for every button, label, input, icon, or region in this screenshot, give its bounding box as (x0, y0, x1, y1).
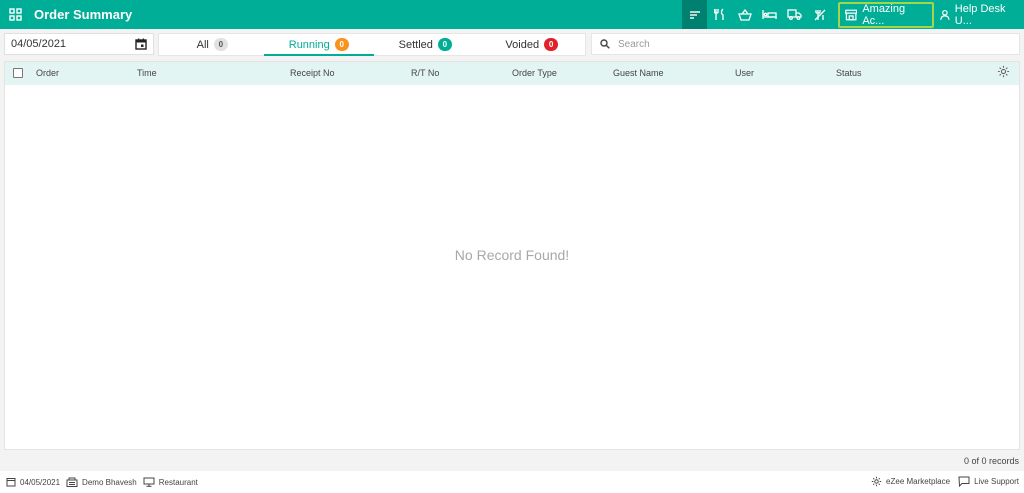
search-input[interactable] (618, 38, 998, 50)
count-badge: 0 (544, 38, 559, 51)
monitor-icon (143, 477, 155, 487)
footer-outlet-label: Restaurant (158, 477, 198, 487)
outlet-selector-button[interactable]: Amazing Ac... (838, 1, 934, 28)
chat-icon[interactable] (958, 476, 970, 487)
calendar-icon (6, 478, 16, 487)
footer-date: 04/05/2021 (6, 477, 60, 487)
count-badge: 0 (334, 38, 349, 51)
column-header-user[interactable]: User (735, 68, 754, 78)
calendar-icon[interactable] (135, 38, 147, 50)
bed-icon[interactable] (757, 0, 782, 29)
tab-settled[interactable]: Settled 0 (372, 34, 479, 55)
column-header-order[interactable]: Order (36, 68, 59, 78)
orders-table: Order Time Receipt No R/T No Order Type … (4, 61, 1020, 450)
footer-outlet: Restaurant (143, 477, 198, 487)
outlet-label: Amazing Ac... (862, 2, 906, 27)
gear-icon[interactable] (871, 476, 882, 487)
basket-icon[interactable] (732, 0, 757, 29)
footer-property: Demo Bhavesh (66, 477, 137, 487)
column-header-order-type[interactable]: Order Type (512, 68, 557, 78)
column-header-time[interactable]: Time (137, 68, 157, 78)
select-all-checkbox[interactable] (13, 68, 23, 78)
tab-label: Settled (398, 38, 433, 51)
tab-voided[interactable]: Voided 0 (479, 34, 586, 55)
tab-label: Running (288, 38, 330, 51)
status-footer: 04/05/2021 Demo Bhavesh Restaurant eZee … (0, 471, 1024, 493)
marketplace-link[interactable]: eZee Marketplace (886, 477, 950, 486)
column-header-rt-no[interactable]: R/T No (411, 68, 439, 78)
user-menu-button[interactable]: Help Desk U... (940, 3, 1024, 27)
building-icon (66, 477, 78, 487)
column-header-guest-name[interactable]: Guest Name (613, 68, 664, 78)
date-value: 04/05/2021 (11, 38, 67, 50)
record-count: 0 of 0 records (963, 456, 1019, 466)
count-badge: 0 (213, 38, 228, 51)
delivery-truck-icon[interactable] (782, 0, 807, 29)
column-header-receipt-no[interactable]: Receipt No (290, 68, 335, 78)
status-tabs: All 0 Running 0 Settled 0 Voided 0 (158, 33, 586, 56)
page-title: Order Summary (34, 7, 133, 22)
sort-icon[interactable] (682, 0, 707, 29)
no-service-icon[interactable] (807, 0, 832, 29)
footer-date-label: 04/05/2021 (20, 477, 61, 487)
empty-state-message: No Record Found! (454, 247, 570, 263)
user-icon (940, 9, 950, 20)
tab-running[interactable]: Running 0 (263, 34, 374, 56)
date-picker[interactable]: 04/05/2021 (4, 33, 154, 55)
store-icon (845, 9, 858, 20)
count-badge: 0 (437, 38, 452, 51)
tab-label: Voided (505, 38, 540, 51)
column-settings-gear-icon[interactable] (997, 65, 1010, 78)
apps-grid-icon[interactable] (1, 0, 29, 29)
search-icon (600, 39, 610, 49)
restaurant-icon[interactable] (707, 0, 732, 29)
column-header-status[interactable]: Status (836, 68, 862, 78)
tab-label: All (196, 38, 209, 51)
live-support-link[interactable]: Live Support (974, 477, 1019, 486)
search-box (591, 33, 1020, 55)
table-header: Order Time Receipt No R/T No Order Type … (5, 62, 1019, 85)
tab-all[interactable]: All 0 (159, 34, 266, 55)
top-bar: Order Summary Amazing Ac... Help Desk U.… (0, 0, 1024, 29)
footer-property-label: Demo Bhavesh (82, 477, 137, 487)
user-label: Help Desk U... (954, 2, 1006, 27)
